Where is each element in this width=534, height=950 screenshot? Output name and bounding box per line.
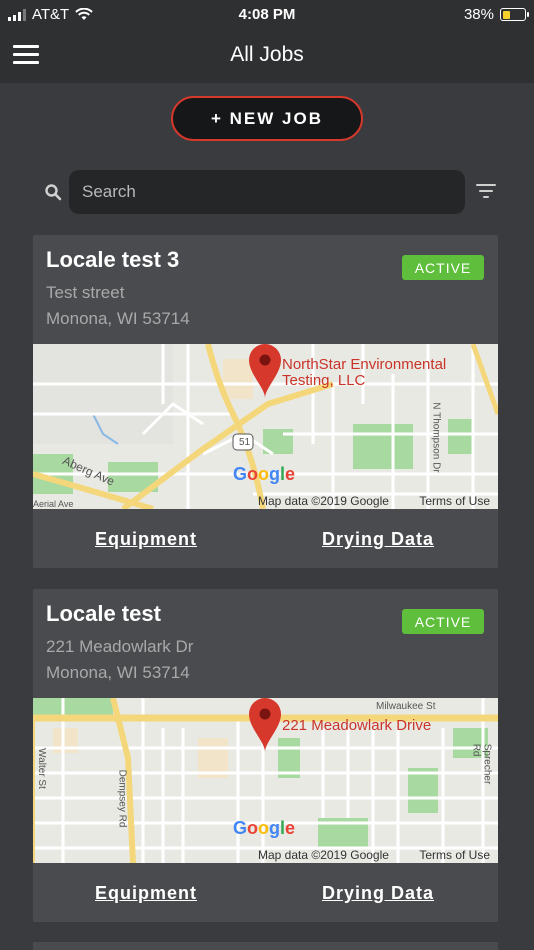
search-input[interactable] [69, 170, 465, 214]
job-title: Locale test 3 [46, 247, 180, 272]
battery-fill [502, 10, 511, 19]
google-logo: Google [233, 464, 296, 484]
page-title: All Jobs [230, 43, 304, 66]
drying-data-link[interactable]: Drying Data [322, 529, 434, 550]
equipment-link[interactable]: Equipment [95, 529, 197, 550]
map-pin-label: 221 Meadowlark Drive [282, 717, 432, 734]
job-title: Locale test [46, 601, 161, 626]
status-time: 4:08 PM [238, 6, 296, 23]
job-card[interactable]: Locale test ACTIVE 221 Meadowlark Dr Mon… [33, 589, 498, 922]
job-address-line1: Test street [46, 283, 125, 302]
road-label: Walter St [35, 748, 47, 789]
map-pin-icon [249, 698, 281, 752]
drying-data-link[interactable]: Drying Data [322, 883, 434, 904]
map-terms-link[interactable]: Terms of Use [419, 848, 490, 862]
status-badge: ACTIVE [402, 255, 484, 280]
job-card-partial [33, 942, 498, 950]
battery-percent: 38% [463, 6, 494, 23]
battery-icon [500, 8, 529, 21]
google-logo: Google [233, 818, 296, 838]
map-terms-link[interactable]: Terms of Use [419, 494, 490, 508]
equipment-link[interactable]: Equipment [95, 883, 197, 904]
road-label: 51 [239, 437, 251, 448]
search-icon [45, 184, 62, 201]
job-links: Equipment Drying Data [33, 509, 498, 568]
job-map[interactable]: NorthStar Environmental Testing, LLC 51 … [33, 344, 498, 509]
job-address-line1: 221 Meadowlark Dr [46, 637, 194, 656]
filter-icon[interactable] [476, 184, 496, 200]
map-pin-label: NorthStar Environmental Testing, LLC [282, 356, 447, 389]
job-address-line2: Monona, WI 53714 [46, 663, 190, 682]
status-badge: ACTIVE [402, 609, 484, 634]
map-attribution: Map data ©2019 Google [258, 848, 389, 862]
job-card[interactable]: Locale test 3 ACTIVE Test street Monona,… [33, 235, 498, 568]
new-job-button[interactable]: + NEW JOB [171, 96, 363, 141]
road-label: Dempsey Rd [116, 769, 128, 828]
status-bar: AT&T 4:08 PM 38% [0, 0, 534, 30]
map-pin-icon [249, 344, 281, 398]
road-label: Milwaukee St [376, 701, 436, 712]
status-right: 38% [463, 6, 529, 23]
road-label: N Thompson Dr [430, 402, 442, 473]
job-address-line2: Monona, WI 53714 [46, 309, 190, 328]
road-label: Aerial Ave [33, 499, 74, 509]
job-map[interactable]: 221 Meadowlark Drive Milwaukee St Walter… [33, 698, 498, 863]
job-links: Equipment Drying Data [33, 863, 498, 922]
map-attribution: Map data ©2019 Google [258, 494, 389, 508]
road-label: Sprecher Rd [470, 743, 493, 785]
nav-bar: All Jobs [0, 30, 534, 83]
